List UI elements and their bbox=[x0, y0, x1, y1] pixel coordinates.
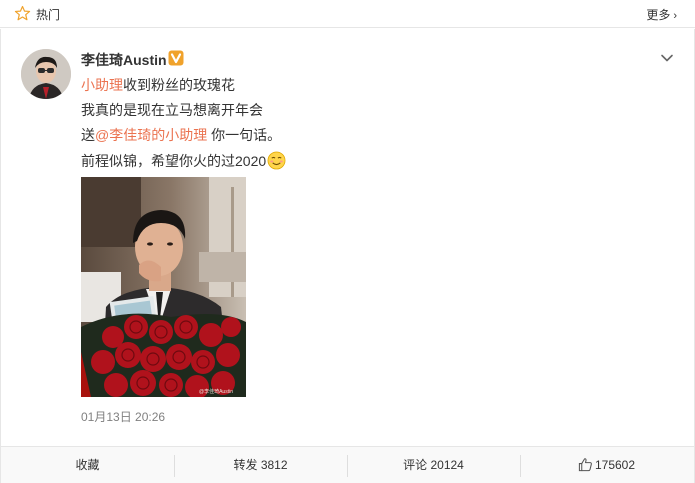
post-text-line-3: 送@李佳琦的小助理 你一句话。 bbox=[81, 126, 281, 144]
post-text-segment: 送 bbox=[81, 127, 95, 143]
star-icon bbox=[14, 5, 31, 21]
photo-image: @李佳琦Austin bbox=[81, 177, 246, 397]
repost-button[interactable]: 转发 3812 bbox=[174, 447, 347, 483]
avatar[interactable] bbox=[21, 49, 71, 99]
like-count: 175602 bbox=[594, 458, 636, 472]
post-text-line-2: 我真的是现在立马想离开年会 bbox=[81, 102, 263, 118]
weibo-post-card: 李佳琦Austin 小助理收到粉丝的玫瑰花 我真的是现在立马想离开年会 送@李佳… bbox=[0, 29, 695, 483]
photo-watermark: @李佳琦Austin bbox=[199, 388, 233, 395]
repost-label: 转发 3812 bbox=[233, 458, 288, 472]
action-bar: 收藏 转发 3812 评论 20124 175602 bbox=[1, 446, 694, 483]
section-header: 热门 更多 › bbox=[0, 0, 695, 28]
post-timestamp[interactable]: 01月13日 20:26 bbox=[81, 408, 165, 425]
post-text-segment: 你一句话。 bbox=[207, 127, 282, 143]
favorite-label: 收藏 bbox=[75, 458, 100, 472]
chevron-down-icon[interactable] bbox=[660, 51, 674, 65]
chevron-right-icon: › bbox=[673, 10, 677, 22]
favorite-button[interactable]: 收藏 bbox=[1, 447, 174, 483]
section-title: 热门 bbox=[36, 8, 61, 22]
post-text-segment: 收到粉丝的玫瑰花 bbox=[123, 77, 235, 93]
mention-link[interactable]: @李佳琦的小助理 bbox=[95, 127, 207, 143]
post-text-line-4: 前程似锦，希望你火的过2020 bbox=[81, 151, 286, 170]
post-text-segment: 前程似锦，希望你火的过2020 bbox=[81, 153, 267, 169]
post-photo[interactable]: @李佳琦Austin bbox=[81, 177, 246, 397]
avatar-image bbox=[21, 49, 71, 99]
more-label: 更多 bbox=[646, 8, 671, 22]
author-name[interactable]: 李佳琦Austin bbox=[81, 50, 167, 70]
comment-button[interactable]: 评论 20124 bbox=[347, 447, 520, 483]
like-button[interactable]: 175602 bbox=[520, 447, 693, 483]
comment-label: 评论 20124 bbox=[403, 458, 464, 472]
thumbs-up-icon bbox=[578, 458, 592, 472]
post-text-line-1: 小助理收到粉丝的玫瑰花 bbox=[81, 76, 235, 94]
awkward-smile-emoji-icon bbox=[267, 151, 286, 170]
topic-link[interactable]: 小助理 bbox=[81, 77, 123, 93]
verified-badge-icon bbox=[168, 50, 184, 66]
more-link[interactable]: 更多 › bbox=[646, 6, 677, 23]
